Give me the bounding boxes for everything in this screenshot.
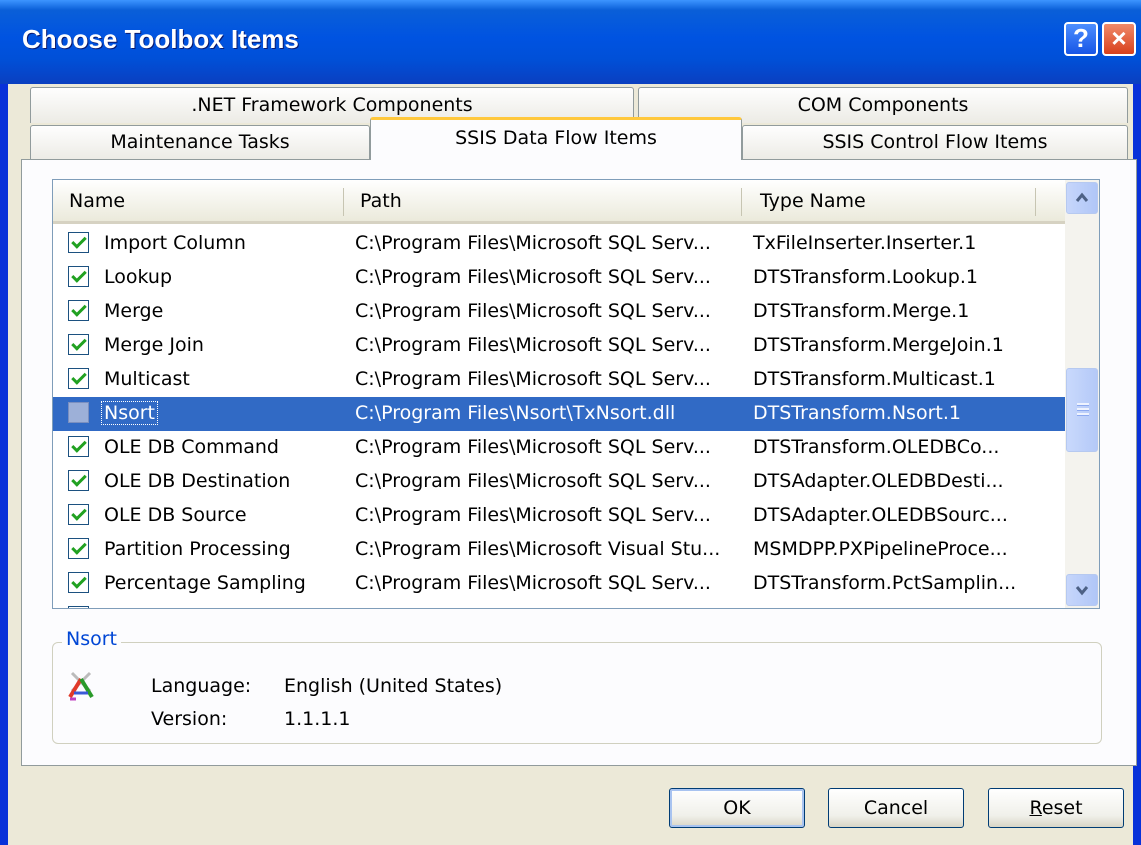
list-item[interactable]: Partition Processing C:\Program Files\Mi… — [53, 533, 1065, 567]
item-type-name: DTSTransform.Merge.1 — [753, 300, 970, 322]
item-checkbox[interactable] — [68, 436, 89, 457]
window-title: Choose Toolbox Items — [22, 24, 299, 54]
column-divider[interactable] — [741, 188, 742, 216]
item-type-name: DTSTransform.Lookup.1 — [753, 266, 978, 288]
column-header-type-name[interactable]: Type Name — [760, 190, 866, 212]
column-header-name[interactable]: Name — [69, 190, 125, 212]
item-checkbox[interactable] — [68, 232, 89, 253]
item-checkbox[interactable] — [68, 266, 89, 287]
item-name: Import Column — [104, 232, 246, 254]
item-name: Partition Processing — [104, 538, 291, 560]
item-path: C:\Program Files\Microsoft SQL Serv... — [355, 232, 711, 254]
list-item[interactable]: OLE DB Destination C:\Program Files\Micr… — [53, 465, 1065, 499]
list-item[interactable]: OLE DB Command C:\Program Files\Microsof… — [53, 431, 1065, 465]
chevron-up-icon — [1075, 192, 1089, 202]
item-path: C:\Program Files\Microsoft SQL Serv... — [355, 470, 711, 492]
item-path: C:\Program Files\Microsoft SQL Serv... — [355, 572, 711, 594]
column-divider[interactable] — [343, 188, 344, 216]
list-item[interactable]: Multicast C:\Program Files\Microsoft SQL… — [53, 363, 1065, 397]
item-type-name: DTSTransform.PctSamplin... — [753, 572, 1017, 594]
item-name: Lookup — [104, 266, 173, 288]
item-type-name: MSMDPP.PXPipelineProce... — [753, 538, 1008, 560]
item-type-name: DTSAdapter.OLEDBDesti... — [753, 470, 1004, 492]
item-type-name: DTSTransform.MergeJoin.1 — [753, 334, 1004, 356]
item-checkbox[interactable] — [68, 470, 89, 491]
list-item-partial[interactable] — [53, 601, 1065, 608]
column-header-path[interactable]: Path — [360, 190, 402, 212]
list-item[interactable]: Merge Join C:\Program Files\Microsoft SQ… — [53, 329, 1065, 363]
grip-line — [1077, 408, 1089, 411]
item-name: Percentage Sampling — [104, 572, 306, 594]
grip-line — [1077, 413, 1089, 416]
item-path: C:\Program Files\Microsoft Visual Stu... — [355, 538, 721, 560]
item-path: C:\Program Files\Microsoft SQL Serv... — [355, 266, 711, 288]
item-name: OLE DB Command — [104, 436, 279, 458]
chevron-down-icon — [1075, 586, 1089, 596]
help-button[interactable]: ? — [1064, 22, 1098, 56]
item-checkbox[interactable] — [68, 402, 89, 423]
list-item[interactable]: Import Column C:\Program Files\Microsoft… — [53, 227, 1065, 261]
item-name: OLE DB Source — [104, 504, 247, 526]
item-path: C:\Program Files\Microsoft SQL Serv... — [355, 300, 711, 322]
language-value: English (United States) — [284, 675, 503, 697]
scrollbar-thumb[interactable] — [1066, 368, 1098, 452]
toolbox-items-list[interactable]: Name Path Type Name Import Column C:\Pro… — [52, 179, 1100, 609]
item-path: C:\Program Files\Microsoft SQL Serv... — [355, 436, 711, 458]
version-value: 1.1.1.1 — [284, 708, 351, 730]
item-type-name: TxFileInserter.Inserter.1 — [753, 232, 977, 254]
item-name: OLE DB Destination — [104, 470, 291, 492]
item-type-name: DTSAdapter.OLEDBSourc... — [753, 504, 1008, 526]
item-checkbox[interactable] — [68, 334, 89, 355]
vertical-scrollbar[interactable] — [1065, 180, 1099, 608]
details-title: Nsort — [62, 628, 121, 650]
reset-label-rest: eset — [1041, 797, 1083, 819]
tab-maintenance-tasks[interactable]: Maintenance Tasks — [30, 125, 370, 160]
list-header: Name Path Type Name — [53, 180, 1065, 224]
item-path: C:\Program Files\Microsoft SQL Serv... — [355, 368, 711, 390]
item-path: C:\Program Files\Microsoft SQL Serv... — [355, 334, 711, 356]
language-label: Language: — [151, 675, 252, 697]
list-item[interactable]: OLE DB Source C:\Program Files\Microsoft… — [53, 499, 1065, 533]
reset-access-key: R — [1029, 797, 1042, 819]
item-path: C:\Program Files\Microsoft SQL Serv... — [355, 504, 711, 526]
item-name: Merge — [104, 300, 164, 322]
item-checkbox[interactable] — [68, 538, 89, 559]
reset-button[interactable]: Reset — [988, 788, 1124, 828]
title-bar[interactable]: Choose Toolbox Items ? × — [0, 0, 1141, 84]
item-path: C:\Program Files\Nsort\TxNsort.dll — [355, 402, 676, 424]
item-checkbox[interactable] — [68, 368, 89, 389]
item-name: Merge Join — [104, 334, 204, 356]
column-divider[interactable] — [1035, 188, 1036, 216]
item-type-name: DTSTransform.Nsort.1 — [753, 402, 961, 424]
component-icon — [68, 671, 94, 701]
item-checkbox[interactable] — [68, 572, 89, 593]
list-item[interactable]: Merge C:\Program Files\Microsoft SQL Ser… — [53, 295, 1065, 329]
ok-button[interactable]: OK — [669, 788, 805, 828]
list-item[interactable]: Lookup C:\Program Files\Microsoft SQL Se… — [53, 261, 1065, 295]
version-label: Version: — [151, 708, 228, 730]
item-type-name: DTSTransform.Multicast.1 — [753, 368, 996, 390]
list-item-selected[interactable]: Nsort C:\Program Files\Nsort\TxNsort.dll… — [53, 397, 1065, 431]
list-item[interactable]: Percentage Sampling C:\Program Files\Mic… — [53, 567, 1065, 601]
item-type-name: DTSTransform.OLEDBCo... — [753, 436, 1000, 458]
scroll-up-button[interactable] — [1066, 182, 1098, 214]
grip-line — [1077, 403, 1089, 406]
item-checkbox[interactable] — [68, 300, 89, 321]
item-name: Multicast — [104, 368, 190, 390]
scroll-down-button[interactable] — [1066, 574, 1098, 606]
item-checkbox[interactable] — [68, 606, 89, 608]
item-name: Nsort — [101, 401, 158, 425]
item-checkbox[interactable] — [68, 504, 89, 525]
tab-ssis-data-flow-items[interactable]: SSIS Data Flow Items — [370, 117, 742, 160]
tab-ssis-control-flow-items[interactable]: SSIS Control Flow Items — [742, 125, 1128, 160]
cancel-button[interactable]: Cancel — [828, 788, 964, 828]
close-button[interactable]: × — [1102, 22, 1136, 56]
